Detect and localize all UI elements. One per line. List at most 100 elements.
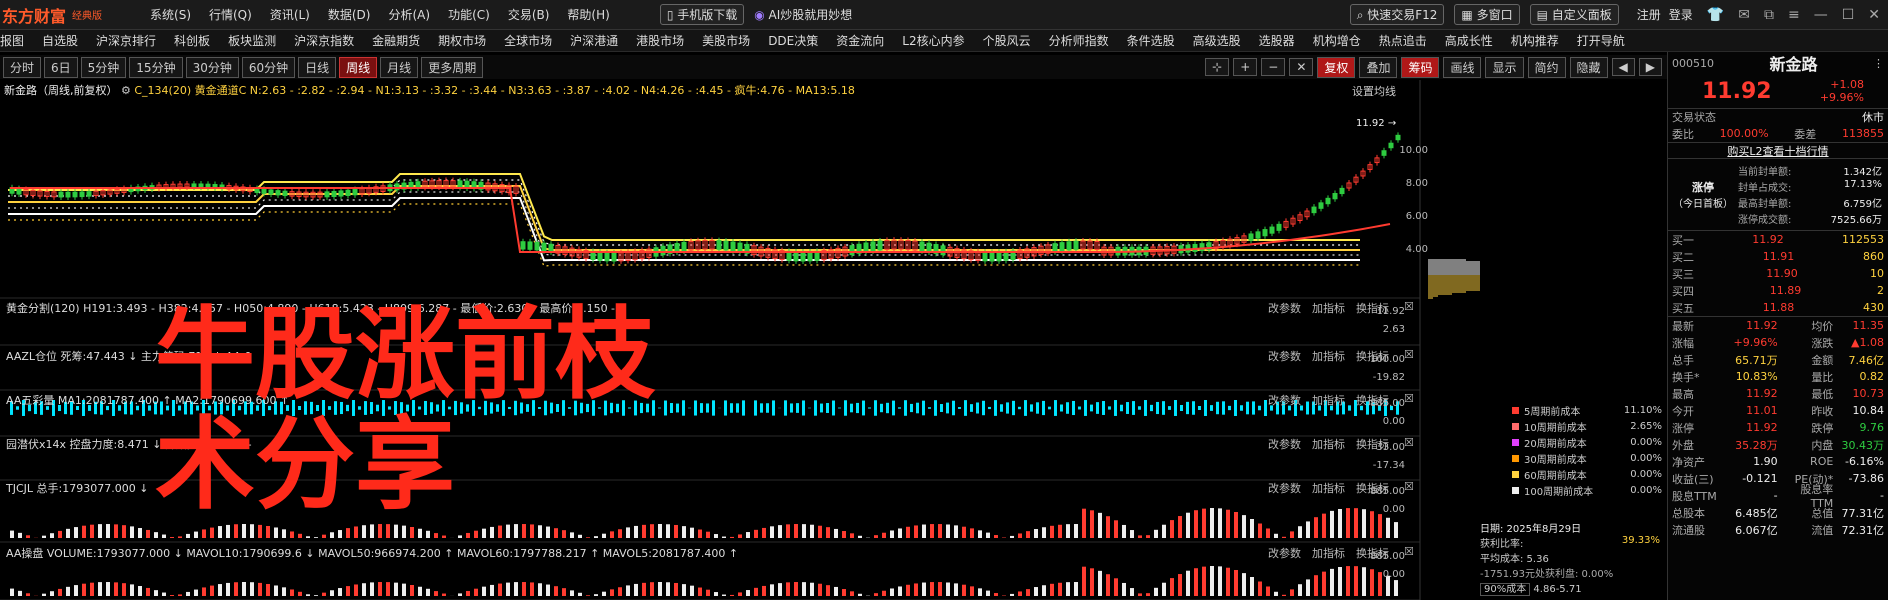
pane-params-button[interactable]: 改参数 xyxy=(1268,436,1301,452)
bid-row[interactable]: 买五 11.88 430 xyxy=(1668,299,1888,316)
period-tab[interactable]: 5分钟 xyxy=(80,56,127,78)
nav-item[interactable]: 热点追击 xyxy=(1379,32,1427,49)
mail-icon[interactable]: ✉ xyxy=(1738,7,1750,23)
cancel-tool[interactable]: ✕ xyxy=(1289,58,1314,76)
period-tab[interactable]: 更多周期 xyxy=(421,56,484,78)
period-tab[interactable]: 15分钟 xyxy=(129,56,183,78)
skin-icon[interactable]: 👕 xyxy=(1707,7,1724,23)
zoom-in-tool[interactable]: + xyxy=(1233,58,1258,76)
pane-params-button[interactable]: 改参数 xyxy=(1268,392,1301,408)
custom-panel-button[interactable]: ▤ 自定义面板 xyxy=(1529,4,1619,25)
nav-item[interactable]: 板块监测 xyxy=(228,32,276,49)
menu-news[interactable]: 资讯(L) xyxy=(270,6,310,23)
menu-system[interactable]: 系统(S) xyxy=(150,6,191,23)
period-tab[interactable]: 60分钟 xyxy=(241,56,296,78)
nav-item[interactable]: 机构推荐 xyxy=(1511,32,1559,49)
nav-item[interactable]: 沪深港通 xyxy=(570,32,618,49)
pane-add-button[interactable]: 加指标 xyxy=(1312,436,1345,452)
nav-item[interactable]: 美股市场 xyxy=(702,32,750,49)
pane-params-button[interactable]: 改参数 xyxy=(1268,348,1301,364)
period-tab[interactable]: 周线 xyxy=(339,56,378,78)
nav-item[interactable]: 机构增仓 xyxy=(1313,32,1361,49)
maximize-icon[interactable]: ☐ xyxy=(1842,7,1855,23)
huaxian-button[interactable]: 画线 xyxy=(1443,56,1482,78)
login-link[interactable]: 登录 xyxy=(1669,6,1693,23)
pane-add-button[interactable]: 加指标 xyxy=(1312,300,1345,316)
bid-row[interactable]: 买二 11.91 860 xyxy=(1668,248,1888,265)
more-icon[interactable]: ⋮ xyxy=(1873,57,1884,70)
chouma-button[interactable]: 筹码 xyxy=(1401,56,1440,78)
cost-range-select[interactable]: 90%成本 xyxy=(1480,583,1531,596)
nav-item[interactable]: 条件选股 xyxy=(1127,32,1175,49)
nav-item[interactable]: 资金流向 xyxy=(836,32,884,49)
pane-close-icon[interactable]: ☒ xyxy=(1404,436,1414,449)
period-tab[interactable]: 30分钟 xyxy=(185,56,239,78)
nav-item[interactable]: 金融期货 xyxy=(372,32,420,49)
volume-bar xyxy=(554,528,558,538)
bid-row[interactable]: 买三 11.90 10 xyxy=(1668,265,1888,282)
nav-item[interactable]: DDE决策 xyxy=(768,32,818,49)
next-icon[interactable]: ▶ xyxy=(1638,58,1662,76)
bid-row[interactable]: 买四 11.89 2 xyxy=(1668,282,1888,299)
register-link[interactable]: 注册 xyxy=(1637,6,1661,23)
quick-trade-button[interactable]: ⌕ 快速交易F12 xyxy=(1349,4,1445,25)
fuquan-button[interactable]: 复权 xyxy=(1317,56,1356,78)
nav-item[interactable]: 个股风云 xyxy=(983,32,1031,49)
pane-params-button[interactable]: 改参数 xyxy=(1268,480,1301,496)
multi-window-button[interactable]: ▦ 多窗口 xyxy=(1454,4,1520,25)
l2-link[interactable]: 购买L2查看十档行情 xyxy=(1727,143,1828,159)
pane-add-button[interactable]: 加指标 xyxy=(1312,348,1345,364)
menu-analysis[interactable]: 分析(A) xyxy=(388,6,430,23)
jianyue-button[interactable]: 简约 xyxy=(1527,56,1566,78)
nav-item[interactable]: 高级选股 xyxy=(1193,32,1241,49)
pane-close-icon[interactable]: ☒ xyxy=(1404,348,1414,361)
settings-icon[interactable]: ≡ xyxy=(1788,7,1800,23)
xianshi-button[interactable]: 显示 xyxy=(1485,56,1524,78)
prev-icon[interactable]: ◀ xyxy=(1611,58,1635,76)
candle xyxy=(996,251,1002,262)
nav-item[interactable]: 打开导航 xyxy=(1577,32,1625,49)
diejia-button[interactable]: 叠加 xyxy=(1359,56,1398,78)
pane-params-button[interactable]: 改参数 xyxy=(1268,300,1301,316)
pane-add-button[interactable]: 加指标 xyxy=(1312,545,1345,561)
bid-row[interactable]: 买一 11.92 112553 xyxy=(1668,231,1888,248)
pane-close-icon[interactable]: ☒ xyxy=(1404,545,1414,558)
mobile-download-button[interactable]: ▯ 手机版下载 xyxy=(659,4,745,25)
minimize-icon[interactable]: — xyxy=(1814,7,1828,23)
period-tab[interactable]: 6日 xyxy=(44,56,78,78)
histogram-bar xyxy=(1060,404,1063,412)
menu-quote[interactable]: 行情(Q) xyxy=(209,6,252,23)
nav-item[interactable]: 沪深京排行 xyxy=(96,32,156,49)
pane-params-button[interactable]: 改参数 xyxy=(1268,545,1301,561)
nav-item[interactable]: L2核心内参 xyxy=(902,32,964,49)
nav-item[interactable]: 科创板 xyxy=(174,32,210,49)
period-tab[interactable]: 分时 xyxy=(3,56,42,78)
menu-data[interactable]: 数据(D) xyxy=(328,6,371,23)
crosshair-tool[interactable]: ⊹ xyxy=(1205,58,1230,76)
restore-icon[interactable]: ⧉ xyxy=(1764,7,1774,23)
period-tab[interactable]: 月线 xyxy=(380,56,419,78)
yincang-button[interactable]: 隐藏 xyxy=(1569,56,1608,78)
nav-item[interactable]: 期权市场 xyxy=(438,32,486,49)
menu-function[interactable]: 功能(C) xyxy=(448,6,490,23)
nav-item[interactable]: 自选股 xyxy=(42,32,78,49)
nav-item[interactable]: 港股市场 xyxy=(636,32,684,49)
pane-add-button[interactable]: 加指标 xyxy=(1312,392,1345,408)
close-icon[interactable]: ✕ xyxy=(1868,7,1880,23)
pane-close-icon[interactable]: ☒ xyxy=(1404,480,1414,493)
pane-close-icon[interactable]: ☒ xyxy=(1404,392,1414,405)
pane-add-button[interactable]: 加指标 xyxy=(1312,480,1345,496)
ai-promo-link[interactable]: ◉ AI炒股就用妙想 xyxy=(754,6,852,23)
nav-item[interactable]: 选股器 xyxy=(1259,32,1295,49)
nav-item[interactable]: 高成长性 xyxy=(1445,32,1493,49)
nav-item[interactable]: 分析师指数 xyxy=(1049,32,1109,49)
menu-trade[interactable]: 交易(B) xyxy=(508,6,550,23)
volume-bar xyxy=(506,582,510,596)
menu-help[interactable]: 帮助(H) xyxy=(567,6,609,23)
period-tab[interactable]: 日线 xyxy=(298,56,337,78)
nav-item[interactable]: 报图 xyxy=(0,32,24,49)
nav-item[interactable]: 全球市场 xyxy=(504,32,552,49)
pane-close-icon[interactable]: ☒ xyxy=(1404,300,1414,313)
zoom-out-tool[interactable]: − xyxy=(1261,58,1286,76)
nav-item[interactable]: 沪深京指数 xyxy=(294,32,354,49)
